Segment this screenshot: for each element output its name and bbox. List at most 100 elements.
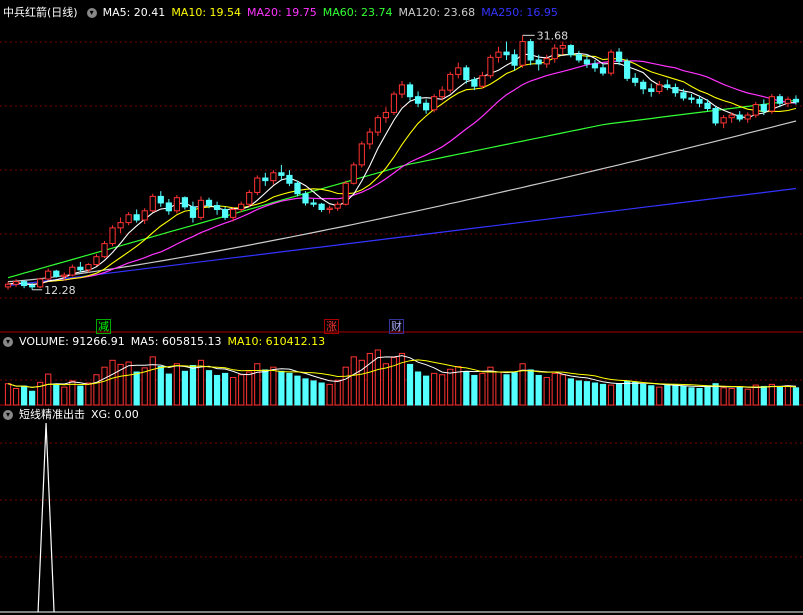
candle-body: [101, 243, 108, 258]
candle-body: [495, 51, 502, 58]
candle-body: [302, 193, 309, 204]
volume-bar: [53, 384, 60, 406]
candle-body: [760, 104, 767, 112]
volume-bar: [189, 364, 197, 406]
candle-body: [487, 56, 494, 77]
candle-body: [567, 45, 574, 56]
signal-rise[interactable]: 涨: [324, 319, 339, 334]
candle-body: [366, 131, 373, 145]
ma-legend-item: MA5: 20.41: [102, 6, 166, 19]
volume-bar: [615, 383, 623, 406]
candle-body: [511, 54, 518, 66]
candle-body: [439, 89, 446, 98]
indicator-settings-circle-icon[interactable]: ▾: [3, 410, 13, 420]
volume-bar: [12, 388, 20, 406]
candle-body: [157, 195, 164, 204]
candle-body: [527, 41, 534, 61]
volume-bar: [374, 349, 381, 406]
volume-bar: [447, 368, 454, 406]
candle-body: [69, 266, 76, 276]
candle-body: [189, 206, 197, 218]
candle-body: [720, 117, 727, 124]
candle-body: [471, 79, 478, 87]
candle-body: [744, 114, 751, 120]
ma-legend-item: MA10: 19.54: [171, 6, 242, 19]
candle-body: [535, 59, 542, 65]
volume-bar: [238, 374, 245, 406]
signal-wealth[interactable]: 财: [389, 319, 404, 334]
candle-body: [479, 75, 486, 87]
candle-body: [149, 195, 156, 212]
candle-body: [463, 67, 470, 81]
indicator-name: 短线精准出击: [19, 408, 85, 421]
ma-legend: MA5: 20.41 MA10: 19.54 MA20: 19.75 MA60: 23…: [103, 6, 564, 19]
volume-bar: [318, 382, 325, 406]
volume-bar: [221, 372, 229, 406]
candle-body: [93, 256, 100, 266]
candle-body: [447, 73, 454, 91]
candle-body: [688, 97, 695, 100]
candle-body: [583, 59, 591, 65]
volume-ma10: MA10: 610412.13: [227, 335, 326, 348]
candle-body: [29, 285, 36, 288]
volume-bar: [181, 370, 189, 406]
volume-bar: [382, 363, 390, 406]
candle-body: [431, 96, 438, 111]
volume-bar: [527, 369, 534, 406]
volume-bar: [157, 366, 164, 406]
volume-bar: [326, 383, 333, 406]
candle-body: [414, 96, 422, 104]
candle-body: [254, 177, 261, 193]
volume-bar: [551, 372, 558, 406]
candle-body: [696, 98, 703, 104]
volume-bar: [720, 387, 727, 406]
candle-body: [213, 205, 221, 210]
candle-body: [575, 54, 583, 61]
volume-bar: [648, 385, 655, 406]
volume-bar: [334, 379, 341, 406]
candle-body: [133, 214, 140, 221]
candle-body: [559, 45, 566, 49]
signal-reduce[interactable]: 减: [96, 319, 111, 334]
candle-body: [318, 203, 325, 210]
volume-bar: [294, 375, 301, 406]
signal-spike-line: [37, 422, 55, 613]
volume-ma5: MA5: 605815.13: [130, 335, 222, 348]
volume-bar: [535, 374, 542, 406]
candle-body: [728, 114, 735, 119]
volume-bar: [599, 383, 607, 406]
candle-body: [12, 281, 20, 285]
volume-settings-circle-icon[interactable]: ▾: [3, 337, 13, 347]
indicator-panel-header: ▾ 短线精准出击 XG: 0.00: [0, 407, 145, 423]
candle-body: [640, 81, 647, 90]
candle-body: [197, 199, 205, 218]
volume-bar: [704, 385, 711, 406]
volume-bar: [101, 366, 108, 406]
candle-body: [286, 174, 293, 184]
volume-bar: [736, 386, 743, 406]
volume-bar: [607, 384, 615, 406]
candle-body: [792, 98, 800, 103]
settings-circle-icon[interactable]: ▾: [86, 8, 97, 18]
volume-bar: [776, 386, 784, 406]
candle-body: [615, 51, 623, 62]
candle-body: [61, 274, 68, 277]
volume-bar: [696, 388, 703, 406]
ma-legend-item: MA120: 23.68: [398, 6, 476, 19]
volume-bar: [439, 374, 446, 406]
volume-bar: [624, 380, 631, 406]
volume-bar: [406, 363, 414, 406]
candle-body: [704, 102, 711, 110]
volume-bar: [511, 372, 518, 406]
ma-legend-item: MA60: 23.74: [322, 6, 393, 19]
volume-value: VOLUME: 91266.91: [19, 335, 125, 348]
volume-bar: [471, 374, 478, 406]
volume-bar: [205, 370, 213, 406]
volume-bar: [213, 374, 221, 406]
candle-body: [165, 202, 172, 212]
candle-body: [672, 87, 679, 94]
candle-body: [205, 199, 213, 207]
candle-body: [53, 270, 60, 277]
volume-bar: [342, 366, 349, 406]
price-panel-header: 中兵红箭(日线) ▾ MA5: 20.41 MA10: 19.54 MA20: 19.7…: [0, 5, 570, 21]
